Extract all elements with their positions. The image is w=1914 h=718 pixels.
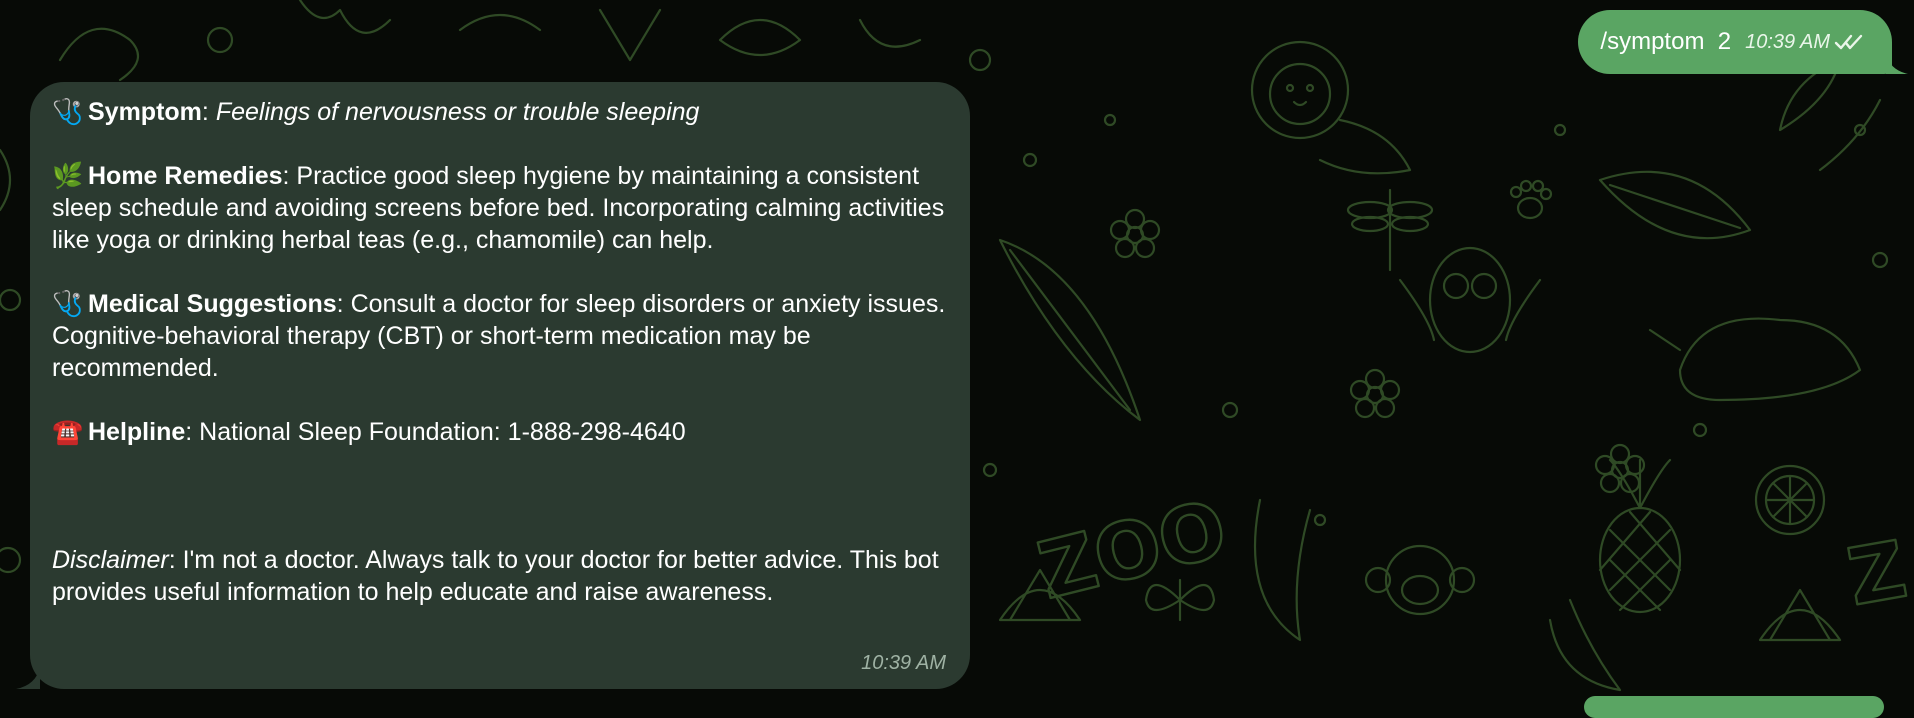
incoming-bubble-tail [16, 667, 40, 689]
outgoing-message-text: /symptom 2 [1600, 28, 1732, 55]
herb-icon: 🌿 [52, 162, 84, 190]
lion-doodle [1250, 40, 1412, 175]
outgoing-message-bubble[interactable]: /symptom 2 10:39 AM [1578, 10, 1908, 74]
symptom-value: Feelings of nervousness or trouble sleep… [215, 98, 700, 126]
outgoing-bubble-tail [1886, 54, 1908, 74]
home-remedies-label: Home Remedies [88, 162, 283, 190]
helpline-paragraph: ☎️ Helpline: National Sleep Foundation: 1… [52, 416, 946, 448]
symptom-separator: : [201, 98, 216, 126]
outgoing-message-time: 10:39 AM [1745, 30, 1830, 53]
medical-suggestions-paragraph: 🩺 Medical Suggestions: Consult a doctor f… [52, 288, 946, 384]
disclaimer-label: Disclaimer [52, 546, 169, 574]
helpline-label: Helpline [88, 418, 186, 446]
stethoscope-icon: 🩺 [52, 98, 84, 126]
helpline-text: : National Sleep Foundation: 1-888-298-4… [185, 418, 686, 446]
telephone-icon: ☎️ [52, 418, 84, 446]
disclaimer-paragraph: Disclaimer: I'm not a doctor. Always tal… [52, 544, 946, 608]
double-check-icon [1834, 34, 1863, 50]
stethoscope-icon: 🩺 [52, 290, 84, 318]
medical-suggestions-label: Medical Suggestions [88, 290, 337, 318]
symptom-label: Symptom [88, 98, 202, 126]
incoming-message-time: 10:39 AM [861, 652, 946, 674]
svg-text:Z: Z [1842, 525, 1913, 623]
outgoing-message-meta: 10:39 AM [1745, 31, 1864, 54]
next-outgoing-bubble-partial [1584, 696, 1884, 718]
home-remedies-paragraph: 🌿 Home Remedies: Practice good sleep hygi… [52, 160, 946, 256]
symptom-line: 🩺 Symptom: Feelings of nervousness or tro… [52, 96, 946, 128]
incoming-message-bubble[interactable]: 🩺 Symptom: Feelings of nervousness or tro… [16, 82, 970, 689]
disclaimer-text: : I'm not a doctor. Always talk to your … [52, 546, 939, 606]
